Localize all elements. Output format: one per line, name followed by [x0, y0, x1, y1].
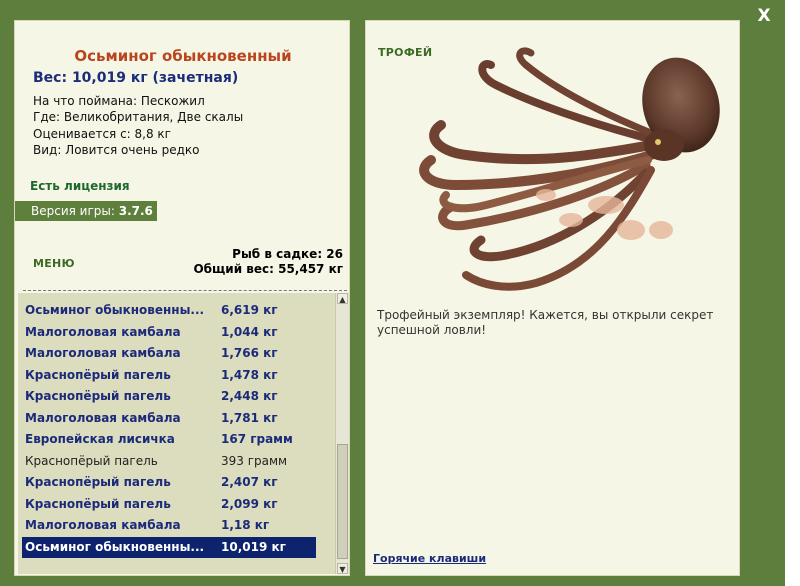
- catch-row-selected[interactable]: Осьминог обыкновенны... 10,019 кг: [22, 536, 316, 558]
- catch-row[interactable]: Малоголовая камбала 1,766 кг: [22, 343, 316, 364]
- catch-row[interactable]: Краснопёрый пагель 1,478 кг: [22, 365, 316, 386]
- catch-fish-weight: 2,099 кг: [221, 496, 278, 511]
- catch-row[interactable]: Малоголовая камбала 1,044 кг: [22, 322, 316, 343]
- scrollbar-thumb[interactable]: [337, 444, 348, 559]
- version-bar: Версия игры: 3.7.6: [15, 201, 157, 221]
- catch-fish-name: Осьминог обыкновенны...: [25, 303, 205, 317]
- license-status: Есть лицензия: [30, 179, 130, 193]
- fish-weight: Вес: 10,019 кг (зачетная): [33, 70, 239, 86]
- catch-fish-weight: 1,044 кг: [221, 324, 278, 339]
- catch-row[interactable]: Краснопёрый пагель 2,099 кг: [22, 494, 316, 515]
- caught-on-text: На что поймана: Пескожил: [33, 94, 205, 108]
- catch-row[interactable]: Краснопёрый пагель 2,448 кг: [22, 386, 316, 407]
- cage-stats: Рыб в садке: 26 Общий вес: 55,457 кг: [193, 247, 343, 277]
- catch-fish-weight: 2,448 кг: [221, 389, 278, 403]
- fish-name: Осьминог обыкновенный: [74, 47, 292, 65]
- catch-fish-weight: 393 грамм: [221, 453, 288, 468]
- arrow-down-icon[interactable]: ▼: [337, 563, 348, 574]
- catch-row[interactable]: Европейская лисичка 167 грамм: [22, 429, 316, 450]
- catch-list-scrollbar[interactable]: ▲ ▼: [335, 293, 349, 574]
- catch-row[interactable]: Краснопёрый пагель 393 грамм: [22, 451, 316, 472]
- cage-total-weight: Общий вес: 55,457 кг: [193, 262, 343, 276]
- catch-fish-name: Осьминог обыкновенны...: [25, 539, 205, 554]
- catch-row[interactable]: Малоголовая камбала 1,781 кг: [22, 408, 316, 429]
- catch-fish-name: Малоголовая камбала: [25, 410, 181, 425]
- catch-fish-name: Малоголовая камбала: [25, 324, 181, 339]
- rarity-text: Вид: Ловится очень редко: [33, 142, 200, 157]
- catch-fish-name: Европейская лисичка: [25, 432, 175, 446]
- fish-info-panel: Осьминог обыкновенный Вес: 10,019 кг (за…: [14, 20, 350, 576]
- list-divider: [23, 290, 347, 291]
- catch-fish-weight: 167 грамм: [221, 432, 293, 446]
- location-text: Где: Великобритания, Две скалы: [33, 110, 244, 125]
- hotkeys-link[interactable]: Горячие клавиши: [373, 552, 486, 565]
- version-label: Версия игры:: [31, 204, 115, 218]
- menu-button[interactable]: МЕНЮ: [33, 257, 75, 270]
- catch-fish-name: Краснопёрый пагель: [25, 496, 171, 511]
- catch-fish-weight: 6,619 кг: [221, 303, 278, 317]
- fish-details: На что поймана: Пескожил Где: Великобрит…: [33, 93, 243, 158]
- catch-fish-weight: 1,781 кг: [221, 410, 278, 425]
- catch-fish-name: Краснопёрый пагель: [25, 453, 158, 468]
- valued-from-text: Оценивается с: 8,8 кг: [33, 126, 171, 141]
- catch-fish-weight: 10,019 кг: [221, 539, 286, 554]
- version-value: 3.7.6: [118, 204, 153, 218]
- catch-list[interactable]: Осьминог обыкновенны... 6,619 кг Малоголов…: [18, 293, 335, 574]
- catch-fish-weight: 1,766 кг: [221, 346, 278, 360]
- catch-row[interactable]: Осьминог обыкновенны... 6,619 кг: [22, 300, 316, 321]
- catch-row[interactable]: Малоголовая камбала 1,18 кг: [22, 515, 316, 536]
- catch-fish-weight: 2,407 кг: [221, 475, 278, 489]
- close-button[interactable]: X: [752, 4, 776, 28]
- trophy-message: Трофейный экземпляр! Кажется, вы открыли…: [377, 308, 714, 337]
- octopus-image: [419, 47, 720, 291]
- arrow-up-icon[interactable]: ▲: [337, 293, 348, 304]
- catch-row[interactable]: Краснопёрый пагель 2,407 кг: [22, 472, 316, 493]
- trophy-panel: ТРОФЕЙ Трофейный экземпляр! Кажется, вы …: [365, 20, 740, 576]
- cage-count: Рыб в садке: 26: [232, 247, 343, 261]
- catch-fish-name: Краснопёрый пагель: [25, 475, 171, 489]
- catch-fish-name: Малоголовая камбала: [25, 518, 181, 532]
- catch-fish-weight: 1,478 кг: [221, 367, 278, 382]
- catch-fish-weight: 1,18 кг: [221, 518, 270, 532]
- catch-fish-name: Малоголовая камбала: [25, 346, 181, 360]
- catch-fish-name: Краснопёрый пагель: [25, 367, 171, 382]
- catch-fish-name: Краснопёрый пагель: [25, 389, 171, 403]
